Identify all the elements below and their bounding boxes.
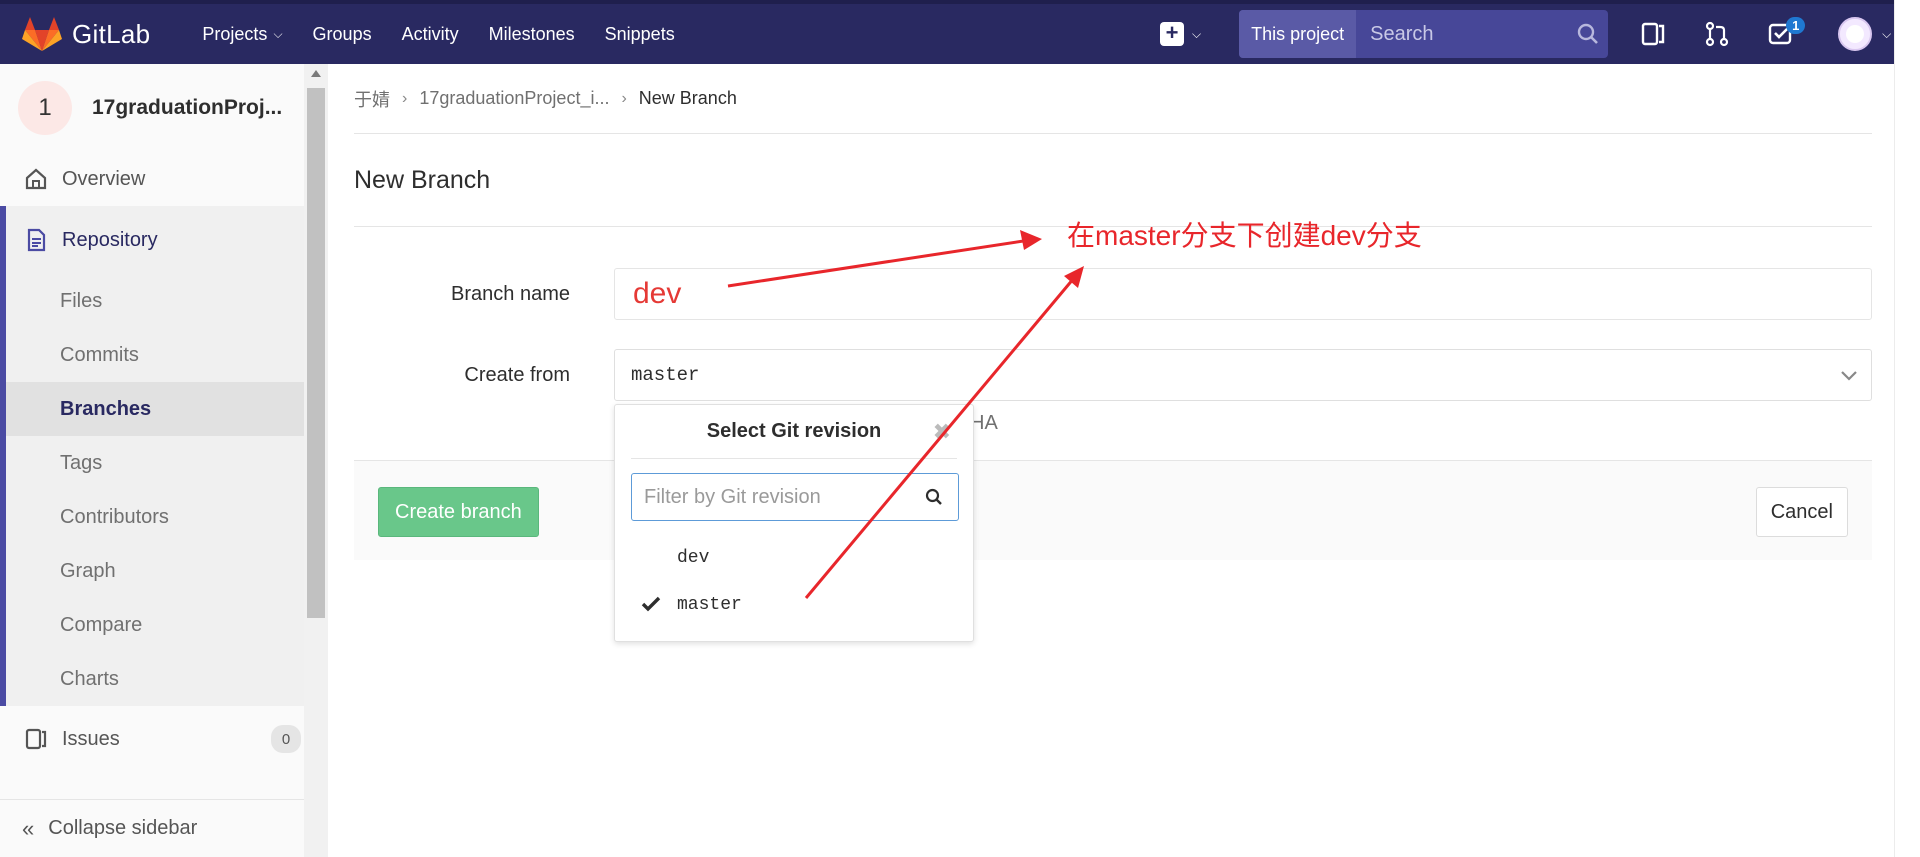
nav-groups[interactable]: Groups [313,24,372,45]
sidebar-item-charts[interactable]: Charts [6,652,327,706]
sidebar-item-issues[interactable]: Issues 0 [0,712,327,766]
revision-option-label: dev [677,548,710,568]
dropdown-header: Select Git revision ✖ [631,405,957,459]
cancel-button[interactable]: Cancel [1755,487,1848,537]
breadcrumb: 于婧 › 17graduationProject_i... › New Bran… [354,64,1872,134]
nav-icons: 1 [1640,17,1834,47]
branch-name-row: Branch name [354,268,1872,320]
gitlab-logo [22,17,62,51]
form-actions: Create branch Cancel [354,460,1872,560]
repository-icon [27,228,46,252]
sidebar-item-repository[interactable]: Repository [6,206,327,274]
sidebar-item-overview[interactable]: Overview [0,152,327,206]
revision-filter [631,473,959,521]
create-from-label: Create from [464,363,570,386]
search-icon [914,488,954,506]
project-avatar: 1 [18,81,72,135]
brand[interactable]: GitLab [22,16,150,52]
chevron-right-icon: › [621,89,627,107]
branch-name-label: Branch name [451,282,570,305]
nav-snippets-label: Snippets [604,23,675,44]
nav-activity[interactable]: Activity [402,24,459,45]
brand-name: GitLab [72,18,151,49]
create-from-value: master [631,364,700,386]
nav-projects[interactable]: Projects ⌵ [202,24,282,45]
revision-option-label: master [677,595,742,615]
page-scrollbar[interactable] [1894,0,1920,857]
issues-icon [25,728,47,750]
search-scope[interactable]: This project [1239,10,1357,58]
todo-icon[interactable]: 1 [1768,17,1806,47]
project-header[interactable]: 1 17graduationProj... [0,64,327,152]
sidebar-item-files[interactable]: Files [6,274,327,328]
user-menu[interactable]: ⌵ [1838,17,1891,51]
sidebar-item-commits[interactable]: Commits [6,328,327,382]
chevron-down-icon: ⌵ [1882,26,1892,41]
nav-projects-label: Projects [202,23,268,44]
annotation-text: 在master分支下创建dev分支 [1067,220,1422,251]
sidebar-item-contributors[interactable]: Contributors [6,490,327,544]
scrollbar-thumb[interactable] [307,88,325,618]
sidebar-item-tags[interactable]: Tags [6,436,327,490]
chevron-down-icon: ⌵ [273,26,283,41]
sidebar-scrollbar[interactable] [304,64,328,857]
sidebar-item-compare[interactable]: Compare [6,598,327,652]
main-nav: Projects ⌵ Groups Activity Milestones Sni… [202,24,704,45]
close-icon[interactable]: ✖ [933,419,951,445]
nav-snippets[interactable]: Snippets [605,24,675,45]
breadcrumb-user[interactable]: 于婧 [354,86,390,112]
sidebar-item-graph[interactable]: Graph [6,544,327,598]
search-input[interactable] [1356,10,1569,58]
revision-filter-input[interactable] [632,485,914,509]
create-from-select[interactable]: master [614,349,1872,401]
nav-groups-label: Groups [312,23,372,44]
chevron-down-icon: ⌵ [1192,26,1202,41]
todo-count-badge: 1 [1786,17,1806,34]
breadcrumb-current[interactable]: New Branch [639,88,737,109]
double-chevron-left-icon: « [22,815,35,841]
revision-option-master[interactable]: master [615,582,973,628]
nav-milestones-label: Milestones [488,23,575,44]
nav-right: + ⌵ This project 1 ⌵ [1160,4,1891,64]
breadcrumb-project[interactable]: 17graduationProject_i... [419,88,609,109]
nav-activity-label: Activity [401,23,459,44]
avatar [1838,17,1873,51]
create-from-hint: HA [970,412,998,434]
create-from-row: Create from master [354,349,1872,401]
sidebar-item-label: Repository [62,228,158,251]
sidebar: 1 17graduationProj... Overview Repositor… [0,64,328,857]
sidebar-toggle-icon[interactable] [1640,21,1666,47]
new-dropdown-button[interactable]: + ⌵ [1160,22,1201,46]
collapse-sidebar-button[interactable]: « Collapse sidebar [0,799,304,857]
chevron-right-icon: › [402,89,408,107]
issues-left: Issues [24,727,120,751]
top-navbar: GitLab Projects ⌵ Groups Activity Milesto… [0,0,1894,64]
issues-count-badge: 0 [271,725,301,753]
sidebar-item-label: Overview [62,167,146,190]
check-icon [641,596,661,612]
scroll-up-arrow[interactable] [311,70,321,77]
merge-request-icon[interactable] [1704,21,1730,47]
nav-milestones[interactable]: Milestones [489,24,575,45]
home-icon [25,168,47,190]
project-name: 17graduationProj... [92,96,283,119]
search-icon[interactable] [1568,10,1608,58]
dropdown-title: Select Git revision [706,420,882,442]
branch-name-input[interactable] [614,268,1872,320]
plus-icon: + [1160,22,1184,46]
collapse-sidebar-label: Collapse sidebar [48,817,198,839]
create-branch-button[interactable]: Create branch [378,487,539,537]
sidebar-item-branches[interactable]: Branches [6,382,327,436]
git-revision-dropdown: Select Git revision ✖ dev master [614,404,974,642]
search-box: This project [1239,10,1609,58]
revision-option-dev[interactable]: dev [615,535,973,581]
chevron-down-icon [1841,371,1857,381]
repository-group: Repository Files Commits Branches Tags C… [0,206,327,706]
sidebar-item-label: Issues [62,727,120,750]
main-content: 于婧 › 17graduationProject_i... › New Bran… [354,64,1872,560]
